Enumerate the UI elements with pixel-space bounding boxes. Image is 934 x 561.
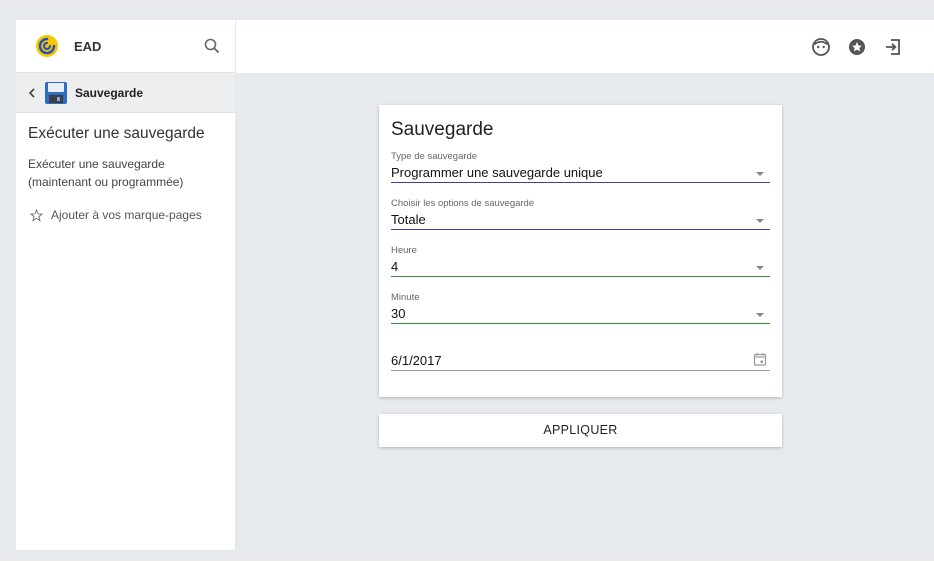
star-outline-icon [30,208,43,222]
sidebar-description: Exécuter une sauvegarde (maintenant ou p… [28,157,184,189]
sidebar-title: Exécuter une sauvegarde [28,125,205,142]
top-bar [235,20,934,73]
dropdown-arrow-icon[interactable] [756,172,764,176]
app-logo-icon[interactable] [34,33,60,59]
backup-type-select[interactable]: Programmer une sauvegarde unique [391,163,770,183]
floppy-disk-icon [45,81,67,104]
backup-options-select[interactable]: Totale [391,210,770,230]
date-value: 6/1/2017 [391,353,442,368]
backup-options-field: Choisir les options de sauvegarde Totale [391,198,770,230]
user-face-icon[interactable] [811,37,831,57]
app-window: EAD Sauvegarde Exécuter une sauvegarde E… [6,6,934,557]
form-title: Sauvegarde [391,119,494,140]
app-name: EAD [74,38,102,54]
date-input[interactable]: 6/1/2017 [391,351,770,371]
hour-field: Heure 4 [391,245,770,277]
hour-label: Heure [391,245,417,256]
add-bookmark-link[interactable]: Ajouter à vos marque-pages [16,191,235,222]
dropdown-arrow-icon[interactable] [756,313,764,317]
add-bookmark-label: Ajouter à vos marque-pages [51,208,202,222]
sidebar-header: EAD [16,20,235,73]
backup-form-card: Sauvegarde Type de sauvegarde Programmer… [379,105,782,397]
star-circle-icon[interactable] [847,37,867,57]
hour-select[interactable]: 4 [391,257,770,277]
hour-value: 4 [391,259,399,274]
sidebar: EAD Sauvegarde Exécuter une sauvegarde E… [16,20,235,550]
calendar-icon[interactable] [753,352,767,366]
sidebar-back-title: Sauvegarde [75,85,144,100]
minute-field: Minute 30 [391,292,770,324]
top-bar-actions [811,37,903,57]
backup-type-field: Type de sauvegarde Programmer une sauveg… [391,151,770,183]
chevron-left-icon[interactable] [26,87,38,99]
search-icon[interactable] [203,37,221,55]
dropdown-arrow-icon[interactable] [756,219,764,223]
sidebar-back-row[interactable]: Sauvegarde [16,73,235,113]
backup-options-label: Choisir les options de sauvegarde [391,198,535,209]
backup-type-value: Programmer une sauvegarde unique [391,165,603,180]
backup-type-label: Type de sauvegarde [391,151,478,162]
date-label [391,339,770,351]
date-field: 6/1/2017 [391,339,770,371]
minute-label: Minute [391,292,420,303]
minute-value: 30 [391,306,406,321]
minute-select[interactable]: 30 [391,304,770,324]
apply-button[interactable]: APPLIQUER [379,414,782,447]
backup-options-value: Totale [391,212,426,227]
logout-icon[interactable] [883,37,903,57]
dropdown-arrow-icon[interactable] [756,266,764,270]
